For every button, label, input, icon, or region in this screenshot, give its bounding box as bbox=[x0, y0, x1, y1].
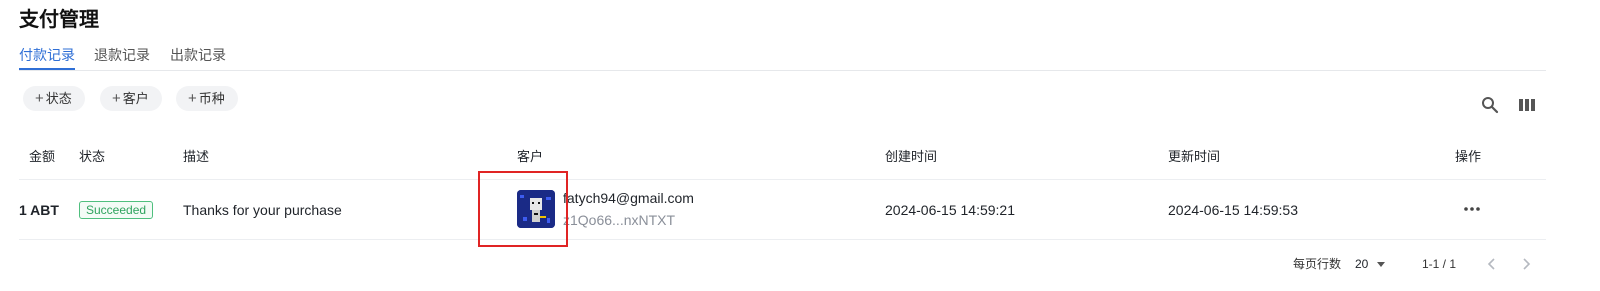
description-cell: Thanks for your purchase bbox=[183, 202, 342, 218]
customer-email[interactable]: fatych94@gmail.com bbox=[563, 188, 694, 208]
rows-per-page-label: 每页行数 bbox=[1293, 257, 1342, 271]
more-icon[interactable] bbox=[1461, 199, 1483, 219]
chevron-down-icon bbox=[1377, 262, 1386, 268]
tab-payouts[interactable]: 出款记录 bbox=[170, 44, 226, 66]
chevron-right-icon[interactable] bbox=[1519, 257, 1533, 271]
created-time-cell: 2024-06-15 14:59:21 bbox=[885, 202, 1015, 218]
tab-bar: 付款记录 退款记录 出款记录 bbox=[19, 44, 1546, 71]
plus-icon: + bbox=[188, 90, 197, 107]
filter-customer-chip[interactable]: + 客户 bbox=[100, 86, 162, 111]
customer-id: z1Qo66...nxNTXT bbox=[563, 212, 676, 228]
tab-refunds[interactable]: 退款记录 bbox=[94, 44, 150, 66]
plus-icon: + bbox=[35, 90, 44, 107]
column-header-amount: 金额 bbox=[29, 149, 56, 164]
filter-currency-chip[interactable]: + 币种 bbox=[176, 86, 238, 111]
column-header-status: 状态 bbox=[79, 149, 106, 164]
rows-per-page-select[interactable]: 20 bbox=[1355, 255, 1386, 273]
column-header-created: 创建时间 bbox=[885, 149, 938, 164]
pagination-range: 1-1 / 1 bbox=[1422, 257, 1457, 271]
page-title: 支付管理 bbox=[19, 9, 99, 31]
column-header-customer: 客户 bbox=[517, 149, 544, 164]
customer-highlight-box bbox=[478, 171, 568, 247]
tab-payments[interactable]: 付款记录 bbox=[19, 44, 75, 70]
filter-currency-label: 币种 bbox=[198, 91, 225, 106]
amount-cell: 1 ABT bbox=[19, 202, 59, 218]
table-row[interactable]: 1 ABT Succeeded Thanks for your purchase… bbox=[19, 181, 1546, 240]
rows-per-page-value: 20 bbox=[1355, 257, 1369, 271]
column-header-description: 描述 bbox=[183, 149, 210, 164]
updated-time-cell: 2024-06-15 14:59:53 bbox=[1168, 202, 1298, 218]
search-icon[interactable] bbox=[1480, 95, 1500, 115]
table-header: 金额 状态 描述 客户 创建时间 更新时间 操作 bbox=[19, 136, 1546, 180]
filter-status-label: 状态 bbox=[45, 91, 72, 106]
filter-status-chip[interactable]: + 状态 bbox=[23, 86, 85, 111]
plus-icon: + bbox=[112, 90, 121, 107]
chevron-left-icon[interactable] bbox=[1485, 257, 1499, 271]
status-badge: Succeeded bbox=[79, 201, 154, 219]
column-header-updated: 更新时间 bbox=[1168, 149, 1221, 164]
column-header-actions: 操作 bbox=[1455, 149, 1482, 164]
filter-customer-label: 客户 bbox=[122, 91, 149, 106]
columns-icon[interactable] bbox=[1517, 95, 1537, 115]
